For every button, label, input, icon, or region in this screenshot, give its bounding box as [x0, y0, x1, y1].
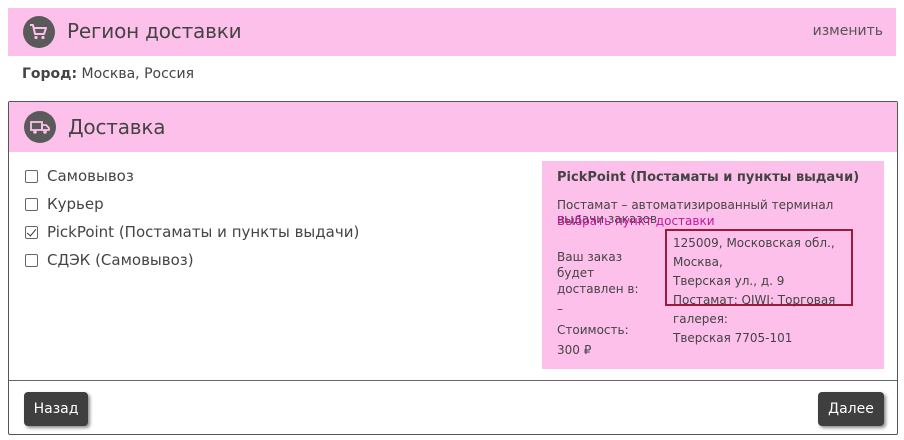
option-label: Курьер: [47, 195, 104, 213]
checkbox-checked[interactable]: [25, 225, 38, 239]
city-label: Город:: [22, 66, 78, 82]
option-pickpoint[interactable]: PickPoint (Постаматы и пункты выдачи): [25, 218, 359, 246]
option-label: PickPoint (Постаматы и пункты выдачи): [47, 223, 360, 241]
checkbox[interactable]: [25, 169, 38, 183]
delivered-to-label: Ваш заказ будет доставлен в:: [557, 250, 639, 296]
city-line: Город: Москва, Россия: [22, 66, 194, 82]
option-label: СДЭК (Самовывоз): [47, 251, 194, 269]
city-value: Москва, Россия: [81, 66, 194, 82]
delivery-options: Самовывоз Курьер PickPoint (Постаматы и …: [25, 162, 359, 274]
cost-label: Стоимость:: [557, 323, 629, 337]
divider: [9, 380, 897, 381]
checkbox[interactable]: [25, 253, 38, 267]
next-button[interactable]: Далее: [818, 392, 884, 426]
address-box: 125009, Московская обл., Москва, Тверска…: [665, 229, 853, 345]
delivery-title: Доставка: [68, 115, 166, 139]
region-header: Регион доставки изменить: [8, 8, 896, 56]
address-line: Тверская ул., д. 9: [673, 274, 785, 288]
truck-icon: [24, 111, 56, 143]
cart-icon: [23, 16, 55, 48]
change-region-link[interactable]: изменить: [813, 23, 883, 39]
option-courier[interactable]: Курьер: [25, 190, 359, 218]
address-line: Тверская 7705-101: [673, 331, 793, 345]
option-pickup[interactable]: Самовывоз: [25, 162, 359, 190]
back-button[interactable]: Назад: [24, 392, 88, 426]
option-cdek[interactable]: СДЭК (Самовывоз): [25, 246, 359, 274]
delivery-header: Доставка: [9, 102, 897, 152]
address-line: 125009, Московская обл., Москва,: [673, 236, 835, 269]
info-title: PickPoint (Постаматы и пункты выдачи): [557, 170, 860, 185]
option-label: Самовывоз: [47, 167, 134, 185]
pickpoint-info-panel: PickPoint (Постаматы и пункты выдачи) По…: [542, 161, 884, 369]
checkbox[interactable]: [25, 197, 38, 211]
region-title: Регион доставки: [67, 19, 242, 43]
address-line: Постамат: QIWI: Торговая галерея:: [673, 293, 836, 326]
dash-separator: –: [557, 302, 563, 316]
select-point-link[interactable]: Выбрать пункт доставки: [557, 214, 715, 228]
delivery-panel: Доставка Самовывоз Курьер PickPoint (Пос…: [8, 101, 898, 435]
cost-value: 300 ₽: [557, 343, 592, 357]
